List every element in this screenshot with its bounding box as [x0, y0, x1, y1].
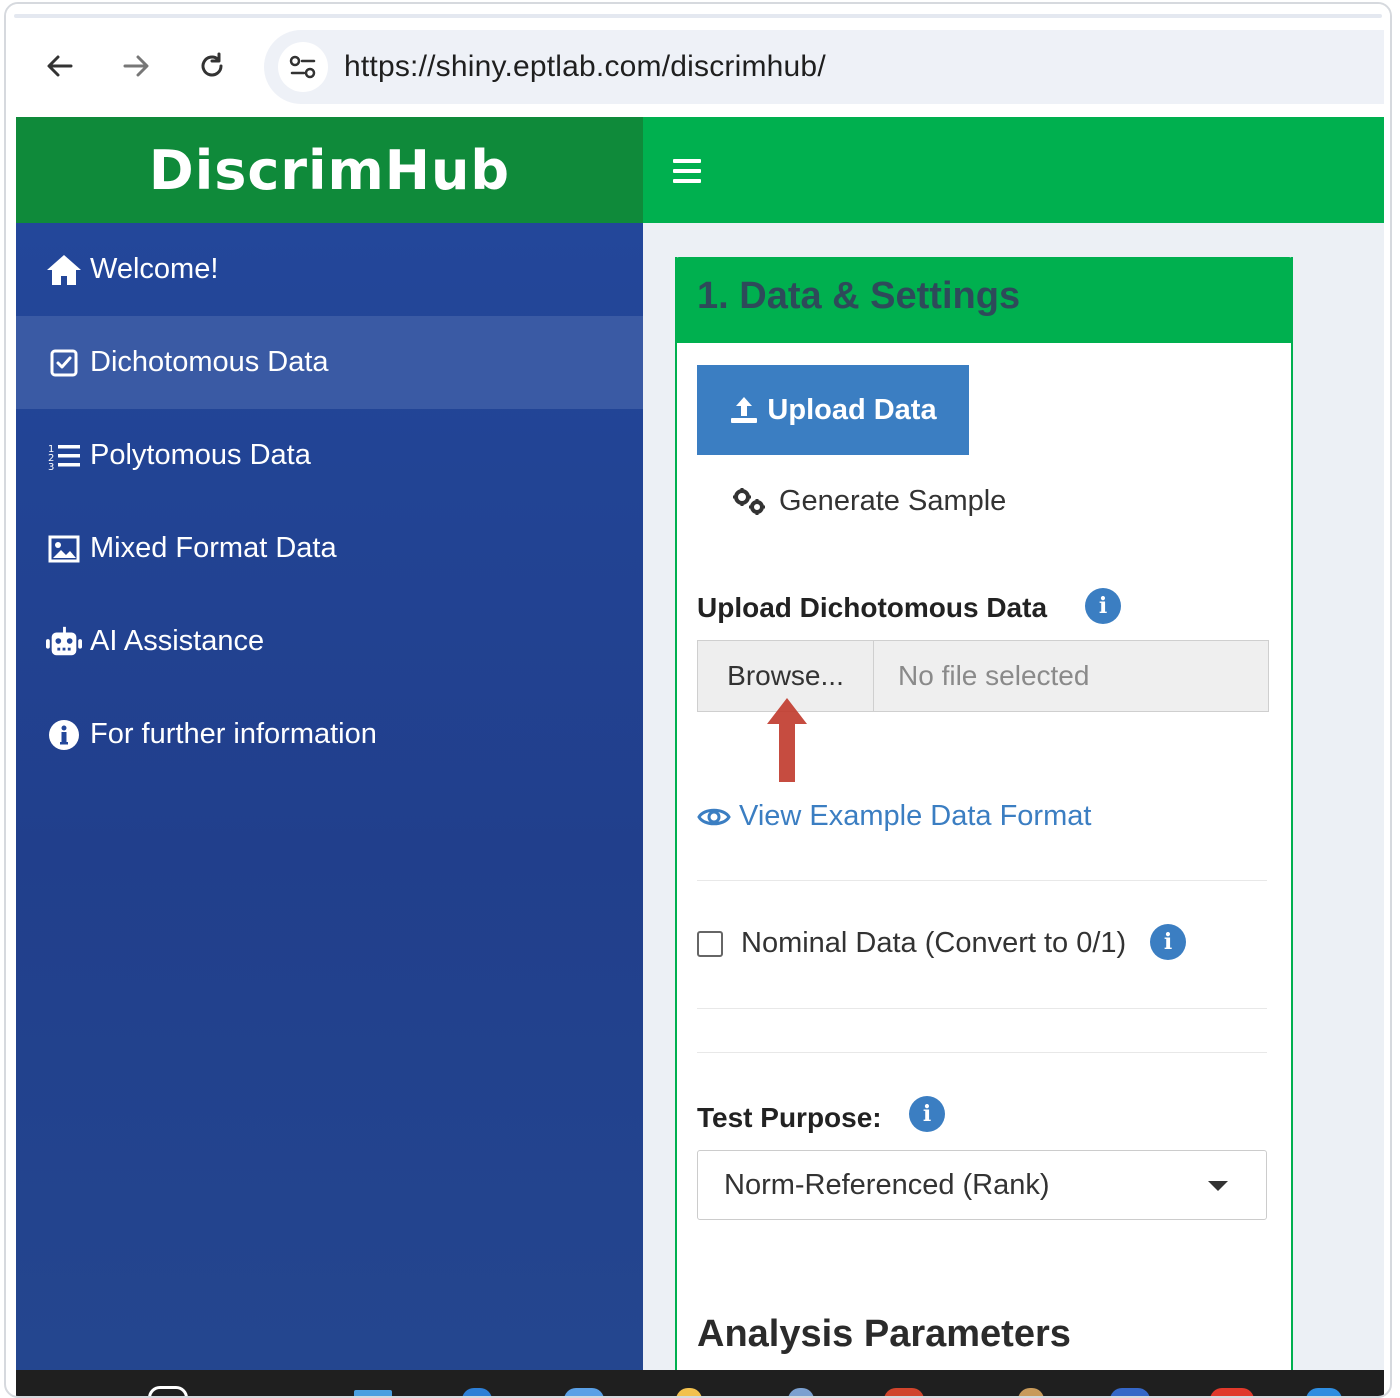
upload-dichotomous-label: Upload Dichotomous Data: [697, 592, 1048, 623]
app-icon[interactable]: [884, 1388, 924, 1396]
test-purpose-value: Norm-Referenced (Rank): [724, 1168, 1050, 1201]
app-title[interactable]: DiscrimHub: [149, 139, 510, 202]
info-circle-icon: [46, 717, 82, 753]
sidebar-item-ai-assistance[interactable]: AI Assistance: [16, 595, 643, 688]
view-example-label: View Example Data Format: [739, 800, 1092, 832]
divider: [697, 1052, 1267, 1053]
sidebar-item-label: AI Assistance: [90, 625, 265, 657]
sidebar-item-label: Polytomous Data: [90, 439, 311, 471]
sidebar-item-label: Mixed Format Data: [90, 532, 337, 564]
generate-sample-label: Generate Sample: [779, 485, 1007, 517]
nominal-data-label: Nominal Data (Convert to 0/1): [741, 927, 1127, 959]
arrow-right-icon: [123, 55, 149, 77]
tune-icon: [289, 55, 316, 79]
sidebar-toggle-button[interactable]: [673, 159, 701, 183]
upload-data-label: Upload Data: [767, 393, 937, 426]
hamburger-icon-line: [673, 169, 701, 173]
browser-toolbar: https://shiny.eptlab.com/discrimhub/: [6, 4, 1390, 116]
nominal-data-option[interactable]: Nominal Data (Convert to 0/1): [697, 927, 1126, 960]
sidebar: Welcome! Dichotomous Data 123 Polytomous…: [16, 223, 643, 1370]
sidebar-item-label: For further information: [90, 718, 377, 750]
hamburger-icon: [673, 159, 701, 163]
address-bar[interactable]: https://shiny.eptlab.com/discrimhub/: [264, 30, 1384, 104]
data-settings-box: 1. Data & Settings Upload Data Generate …: [675, 257, 1293, 1396]
site-settings-button[interactable]: [278, 42, 328, 92]
sidebar-item-dichotomous-data[interactable]: Dichotomous Data: [16, 316, 643, 409]
sidebar-item-label: Dichotomous Data: [90, 346, 329, 378]
chrome-icon[interactable]: [1210, 1388, 1254, 1396]
taskview-icon[interactable]: [354, 1390, 392, 1396]
svg-text:3: 3: [48, 462, 54, 470]
divider: [697, 880, 1267, 881]
upload-icon: [729, 395, 759, 425]
app-logo-bar: DiscrimHub: [16, 117, 643, 223]
test-purpose-label: Test Purpose:: [697, 1102, 882, 1133]
sidebar-item-further-information[interactable]: For further information: [16, 688, 643, 781]
box-title: 1. Data & Settings: [697, 275, 1021, 317]
home-icon: [46, 252, 82, 288]
robot-icon: [46, 624, 82, 660]
upload-info-icon[interactable]: i: [1085, 588, 1121, 624]
reload-button[interactable]: [190, 44, 234, 88]
nominal-data-checkbox[interactable]: [697, 930, 723, 957]
url-text[interactable]: https://shiny.eptlab.com/discrimhub/: [344, 50, 826, 84]
app-icon[interactable]: [788, 1388, 814, 1396]
list-ol-icon: 123: [46, 438, 82, 474]
sidebar-item-polytomous-data[interactable]: 123 Polytomous Data: [16, 409, 643, 502]
eye-icon: [697, 804, 731, 830]
os-taskbar: [16, 1370, 1384, 1396]
nominal-info-icon[interactable]: i: [1150, 924, 1186, 960]
tab-generate-sample[interactable]: Generate Sample: [731, 485, 1006, 518]
test-purpose-info-icon[interactable]: i: [909, 1096, 945, 1132]
gears-icon: [731, 487, 769, 517]
main-content: 1. Data & Settings Upload Data Generate …: [643, 223, 1384, 1396]
image-icon: [46, 531, 82, 567]
file-status: No file selected: [874, 641, 1268, 711]
sidebar-item-label: Welcome!: [90, 253, 219, 285]
annotation-arrow-icon: [767, 698, 807, 782]
app-icon[interactable]: [1018, 1388, 1044, 1396]
app-icon[interactable]: [1306, 1388, 1342, 1396]
search-icon[interactable]: [148, 1386, 188, 1396]
app-icon[interactable]: [462, 1388, 492, 1396]
test-purpose-select[interactable]: Norm-Referenced (Rank): [697, 1150, 1267, 1220]
sidebar-item-mixed-format-data[interactable]: Mixed Format Data: [16, 502, 643, 595]
check-square-icon: [46, 345, 82, 381]
browser-window: https://shiny.eptlab.com/discrimhub/ Dis…: [4, 2, 1392, 1398]
hamburger-icon-line: [673, 179, 701, 183]
caret-down-icon: [1208, 1181, 1228, 1191]
sidebar-item-welcome[interactable]: Welcome!: [16, 223, 643, 316]
box-header: 1. Data & Settings: [675, 257, 1293, 343]
back-button[interactable]: [38, 44, 82, 88]
edge-icon[interactable]: [564, 1388, 604, 1396]
app-icon[interactable]: [1110, 1388, 1150, 1396]
reload-icon: [201, 52, 223, 77]
folder-icon[interactable]: [676, 1388, 702, 1396]
forward-button[interactable]: [114, 44, 158, 88]
tab-upload-data[interactable]: Upload Data: [697, 365, 969, 455]
view-example-link[interactable]: View Example Data Format: [697, 800, 1091, 833]
divider: [697, 1008, 1267, 1009]
analysis-parameters-heading: Analysis Parameters: [697, 1313, 1071, 1355]
arrow-left-icon: [47, 55, 73, 77]
top-navbar: [643, 117, 1384, 223]
tab-strip: [14, 14, 1382, 18]
